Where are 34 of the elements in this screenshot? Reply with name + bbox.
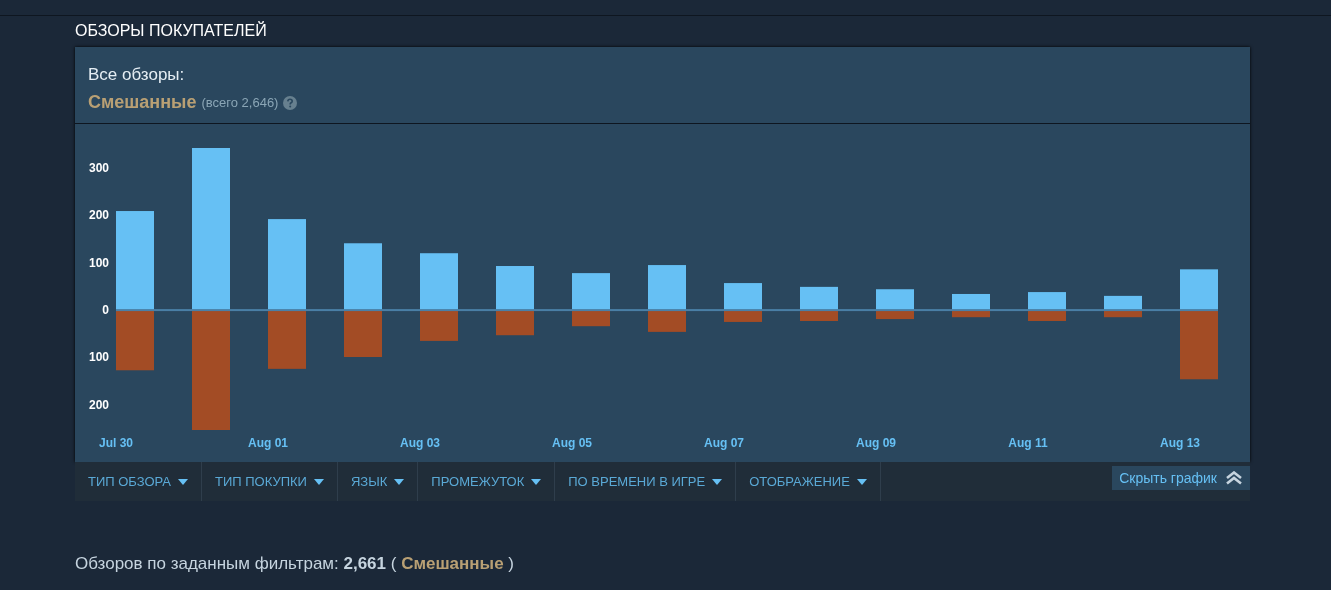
y-axis-label: 200: [88, 208, 109, 223]
x-axis-label: Aug 13: [1160, 436, 1200, 450]
x-axis-label: Aug 11: [1008, 436, 1048, 450]
filtered-review-summary: Обзоров по заданным фильтрам: 2,661 ( Смешанные ): [75, 554, 515, 574]
x-axis-label: Aug 03: [400, 436, 440, 450]
x-axis-label: Aug 01: [248, 436, 288, 450]
filter-dropdown[interactable]: ТИП ПОКУПКИ: [202, 462, 338, 501]
double-chevron-up-icon: [1225, 471, 1243, 485]
x-axis-label: Aug 05: [552, 436, 592, 450]
caret-icon: [178, 478, 189, 485]
review-rating: Смешанные: [88, 92, 197, 113]
filter-dropdown[interactable]: ОТОБРАЖЕНИЕ: [736, 462, 881, 501]
y-axis-label: 300: [88, 160, 109, 175]
caret-icon: [856, 478, 867, 485]
caret-icon: [313, 478, 324, 485]
all-reviews-label: Все обзоры:: [88, 64, 186, 86]
caret-icon: [531, 478, 542, 485]
hide-chart-button[interactable]: Скрыть график: [1112, 466, 1250, 490]
x-axis-label: Aug 07: [704, 436, 744, 450]
section-title: ОБЗОРЫ ПОКУПАТЕЛЕЙ: [75, 21, 268, 41]
y-axis-label: 0: [102, 303, 109, 318]
x-axis-label: Aug 09: [856, 436, 896, 450]
filter-dropdown[interactable]: ТИП ОБЗОРА: [75, 462, 203, 501]
help-icon[interactable]: [283, 95, 298, 110]
filter-dropdown[interactable]: ПРОМЕЖУТОК: [418, 462, 556, 501]
y-axis-label: 100: [88, 255, 109, 270]
filter-dropdown[interactable]: ПО ВРЕМЕНИ В ИГРЕ: [555, 462, 737, 501]
x-axis-label: Jul 30: [99, 436, 133, 450]
caret-icon: [712, 478, 723, 485]
filter-dropdown[interactable]: ЯЗЫК: [337, 462, 419, 501]
caret-icon: [394, 478, 405, 485]
y-axis-label: 200: [88, 397, 109, 412]
review-total: (всего 2,646): [201, 95, 279, 110]
y-axis-label: 100: [88, 350, 109, 365]
